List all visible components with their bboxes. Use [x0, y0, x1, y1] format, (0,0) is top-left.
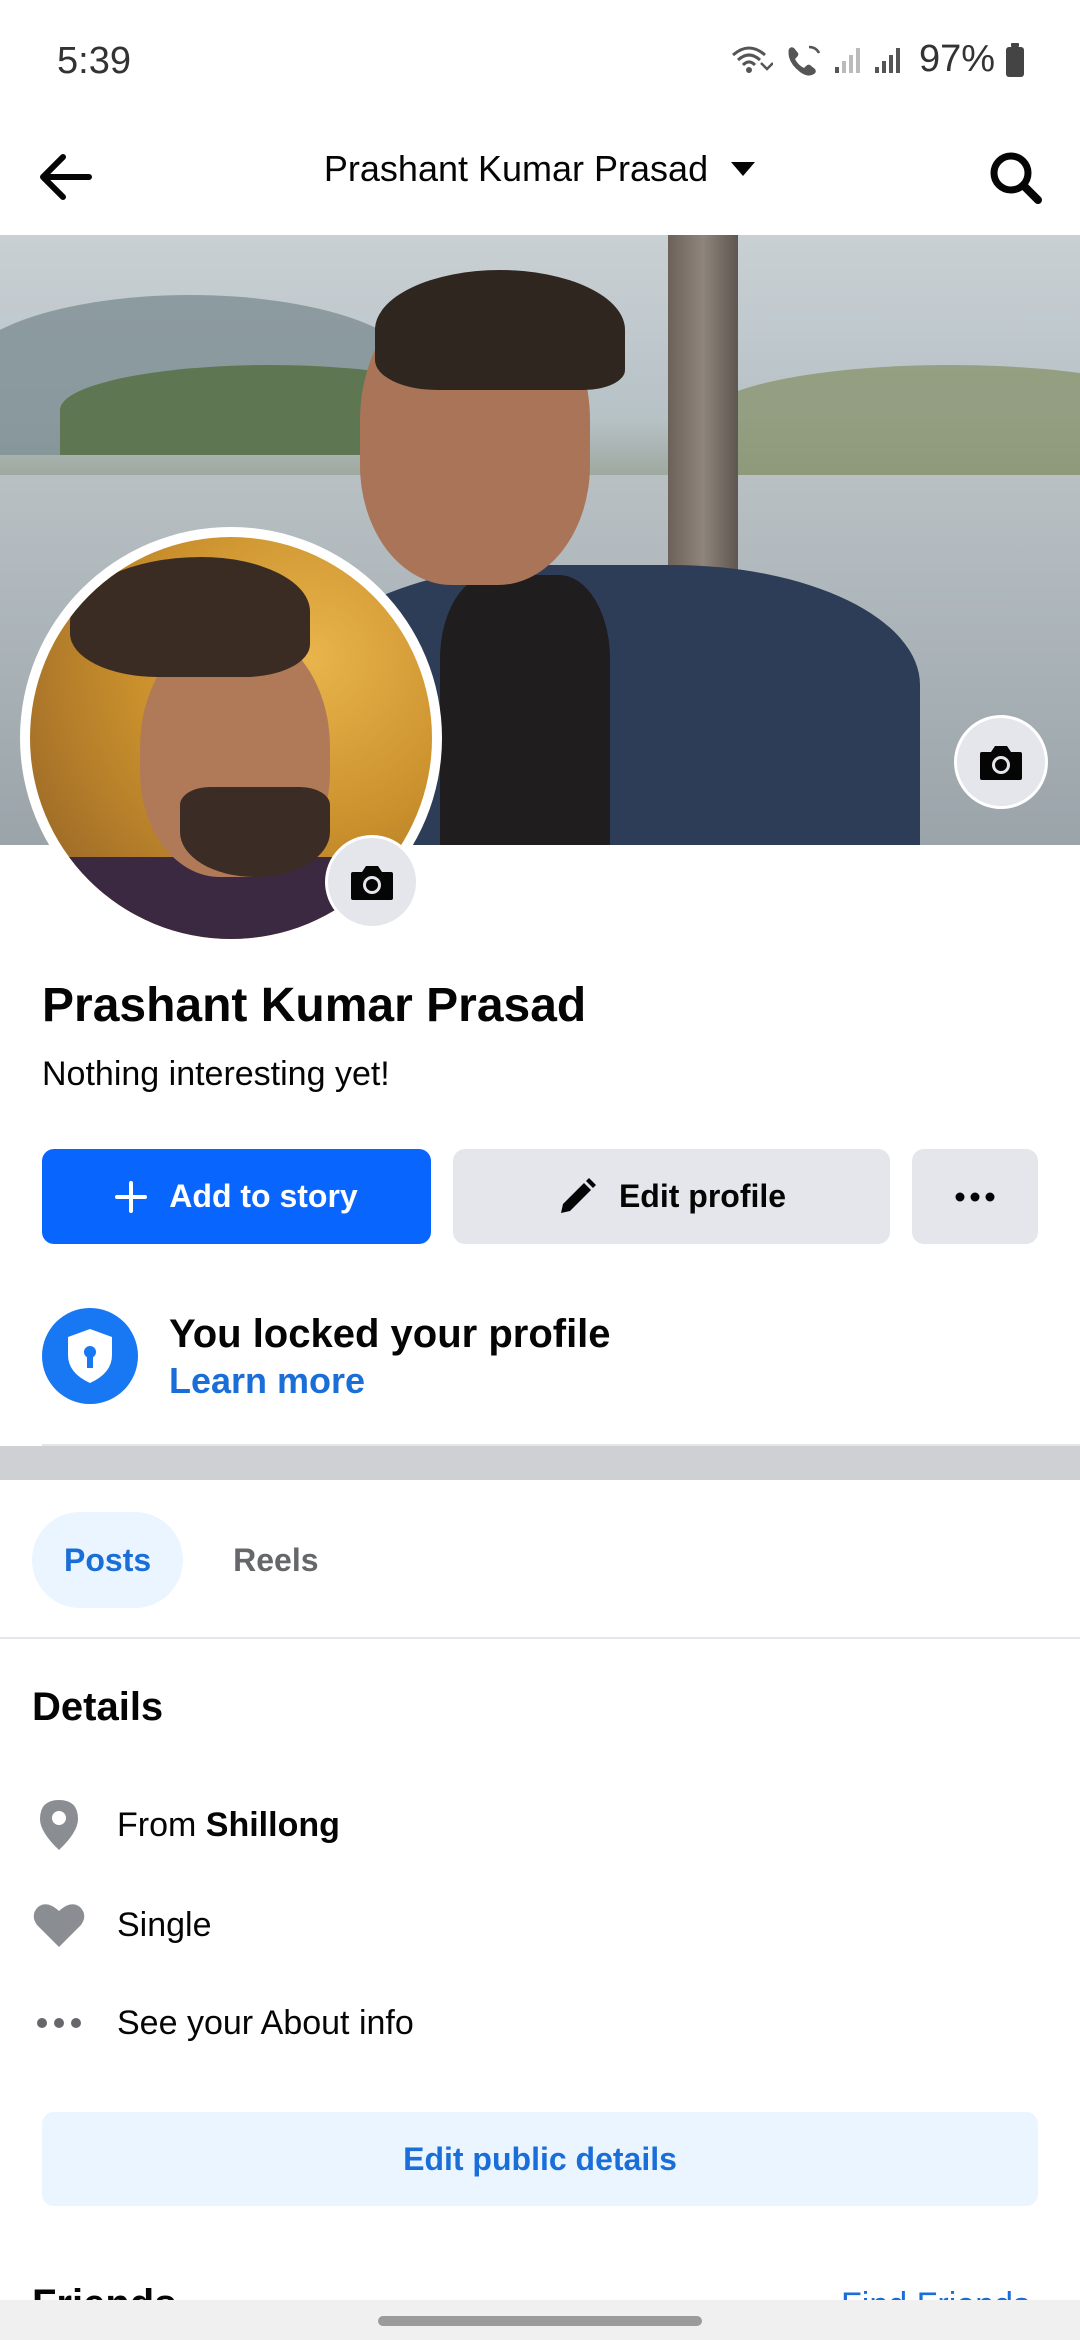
edit-cover-button[interactable] [954, 715, 1048, 809]
locked-profile-notice: You locked your profile Learn more [42, 1308, 1042, 1408]
details-heading: Details [32, 1685, 164, 1729]
battery-icon [1006, 42, 1024, 77]
tab-reels[interactable]: Reels [201, 1512, 350, 1608]
pencil-icon [560, 1177, 596, 1213]
signal-icon-2 [874, 47, 900, 73]
edit-public-details-button[interactable]: Edit public details [42, 2112, 1038, 2206]
edit-profile-picture-button[interactable] [325, 835, 419, 929]
header-title: Prashant Kumar Prasad [323, 148, 709, 189]
profile-switcher[interactable]: Prashant Kumar Prasad [0, 148, 1080, 190]
relationship-text: Single [117, 1905, 212, 1944]
profile-name: Prashant Kumar Prasad [42, 979, 587, 1032]
tab-posts[interactable]: Posts [32, 1512, 184, 1608]
section-divider [0, 1446, 1080, 1480]
caret-down-icon [731, 162, 756, 176]
more-dots-icon [955, 1192, 995, 1201]
plus-icon [115, 1180, 148, 1213]
search-button[interactable] [980, 142, 1050, 212]
search-icon [990, 152, 1042, 204]
edit-profile-label: Edit profile [618, 1178, 787, 1214]
profile-bio: Nothing interesting yet! [42, 1055, 390, 1093]
detail-relationship: Single [32, 1890, 212, 1960]
camera-icon [351, 866, 393, 900]
avatar-hair [70, 557, 310, 677]
about-info-text: See your About info [117, 2003, 414, 2042]
edit-profile-button[interactable]: Edit profile [453, 1149, 890, 1244]
hometown-text: From Shillong [117, 1806, 340, 1845]
camera-icon [980, 746, 1022, 780]
more-options-button[interactable] [912, 1149, 1038, 1244]
lock-badge [42, 1308, 138, 1404]
shield-lock-icon [68, 1329, 112, 1383]
battery-percentage: 97% [918, 38, 995, 80]
more-dots-icon [32, 1996, 86, 2050]
wifi-call-icon [788, 45, 821, 76]
cover-person [375, 270, 625, 390]
signal-icon [834, 47, 860, 73]
heart-icon [32, 1898, 86, 1952]
hometown-place: Shillong [205, 1805, 340, 1844]
cover-person [440, 575, 610, 845]
add-to-story-label: Add to story [169, 1178, 358, 1214]
status-icons: 97% [729, 38, 1025, 81]
profile-tabs: Posts Reels [32, 1512, 351, 1608]
home-indicator[interactable] [378, 2316, 702, 2326]
wifi-calling-icon [731, 46, 773, 73]
avatar-beard [180, 787, 330, 877]
status-time: 5:39 [57, 40, 131, 82]
status-bar: 5:39 97% [0, 0, 1080, 120]
add-to-story-button[interactable]: Add to story [42, 1149, 431, 1244]
learn-more-link[interactable]: Learn more [169, 1360, 365, 1402]
cover-scenery [700, 365, 1080, 475]
top-navigation: Prashant Kumar Prasad [0, 120, 1080, 235]
location-pin-icon [32, 1798, 86, 1852]
detail-hometown: From Shillong [32, 1790, 340, 1860]
hometown-prefix: From [117, 1805, 197, 1844]
detail-about[interactable]: See your About info [32, 1988, 414, 2058]
divider [0, 1637, 1080, 1639]
locked-title: You locked your profile [169, 1312, 611, 1356]
